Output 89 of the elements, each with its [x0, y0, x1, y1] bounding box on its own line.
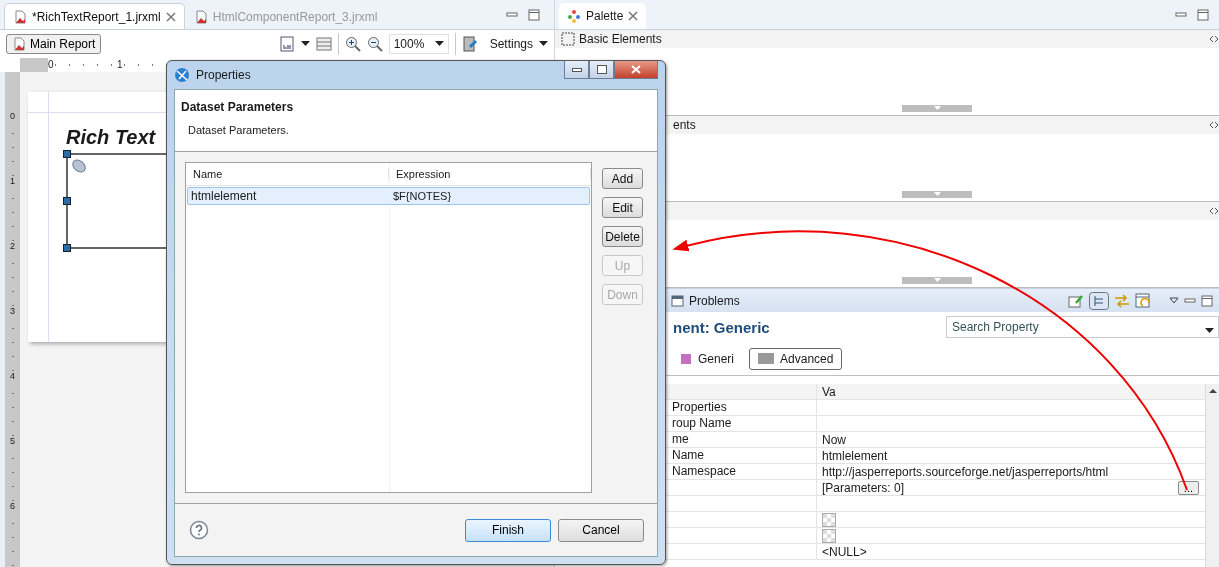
dialog-button[interactable]: Cancel: [558, 518, 644, 542]
caret-icon: [932, 277, 942, 283]
collapse-icon[interactable]: [1209, 121, 1219, 129]
minimize-button[interactable]: [564, 61, 589, 79]
zoom-out-icon[interactable]: [366, 36, 383, 52]
side-button[interactable]: Add: [602, 168, 643, 189]
caret-icon: [1205, 328, 1214, 334]
dashed-square-icon: [561, 32, 575, 46]
minimize-icon: [571, 67, 582, 72]
document-icon: [193, 9, 208, 24]
document-icon: [13, 9, 27, 24]
section-grip[interactable]: [902, 191, 972, 198]
ruler-number: 3: [10, 307, 15, 317]
zoom-in-icon[interactable]: [344, 36, 361, 52]
bands-icon[interactable]: [315, 36, 332, 52]
column-header: Expression: [389, 168, 591, 180]
window-icon: [671, 294, 684, 307]
column-header: Name: [186, 168, 389, 180]
maximize-icon[interactable]: [1197, 9, 1209, 21]
properties-tab[interactable]: Advanced: [749, 347, 843, 370]
square-icon: [758, 353, 775, 364]
property-value: <NULL>: [821, 544, 868, 559]
editor-tab[interactable]: *RichTextReport_1.jrxml: [4, 3, 185, 29]
scrollbar[interactable]: [1205, 384, 1219, 567]
dialog-button[interactable]: Finish: [465, 518, 551, 542]
app-logo-icon: [174, 67, 190, 83]
property-value: http://jasperreports.sourceforge.net/jasperreports/html: [821, 464, 1110, 479]
resize-handle[interactable]: [63, 197, 71, 205]
maximize-button[interactable]: [589, 61, 614, 79]
ruler-number: 0: [10, 112, 15, 122]
maximize-icon[interactable]: [528, 9, 540, 21]
caret-icon: [932, 191, 942, 197]
side-button[interactable]: Delete: [602, 226, 643, 247]
properties-title: nent: Generic: [673, 318, 771, 336]
dialog-description: Dataset Parameters.: [187, 124, 290, 136]
palette-tab[interactable]: Palette: [559, 3, 647, 29]
document-icon: [12, 37, 26, 51]
property-value: htmlelement: [821, 448, 889, 463]
parameter-row[interactable]: htmlelement $F{NOTES}: [187, 187, 590, 205]
collapse-icon[interactable]: [1209, 35, 1219, 43]
ruler-margin: [20, 58, 48, 72]
ruler-number: 2: [10, 242, 15, 252]
section-grip[interactable]: [902, 105, 972, 112]
zoom-combobox[interactable]: 100%: [388, 34, 449, 54]
maximize-icon[interactable]: [1201, 294, 1213, 307]
section-title: Basic Elements: [579, 32, 662, 46]
dialog-title: Properties: [196, 68, 251, 82]
ruler-number: 1: [10, 177, 15, 187]
caret-icon: [539, 41, 548, 47]
palette-icon: [567, 9, 581, 23]
resize-handle[interactable]: [63, 244, 71, 252]
close-icon[interactable]: [165, 11, 176, 22]
caret-icon: [932, 105, 942, 111]
close-button[interactable]: [614, 61, 658, 79]
ruler-number: 6: [10, 502, 15, 512]
settings-menu[interactable]: Settings: [489, 37, 533, 51]
column-header: Va: [821, 384, 837, 399]
collapse-icon[interactable]: [1209, 207, 1219, 215]
dropdown-icon[interactable]: [1169, 296, 1179, 305]
capsule-icon: [71, 158, 87, 174]
section-grip[interactable]: [902, 277, 972, 284]
table-cell-text: $F{NOTES}: [392, 190, 453, 202]
scroll-up-icon[interactable]: [1208, 388, 1217, 394]
caret-icon: [434, 41, 444, 47]
close-icon: [631, 65, 641, 74]
settings-icon[interactable]: [461, 36, 478, 52]
report-title: Rich Text: [66, 126, 157, 149]
caret-icon: [300, 41, 310, 47]
resize-handle[interactable]: [63, 150, 71, 158]
ruler-number: 0: [48, 60, 55, 70]
window-refresh-icon[interactable]: [1135, 292, 1151, 309]
section-title: ents: [673, 118, 696, 132]
dialog-heading: Dataset Parameters: [181, 100, 295, 114]
maximize-icon: [596, 65, 607, 74]
side-button[interactable]: Edit: [602, 197, 643, 218]
tree-view-icon[interactable]: [1089, 291, 1109, 310]
table-cell-text: htmlelement: [190, 189, 258, 203]
palette-section-header[interactable]: Basic Elements: [555, 30, 1219, 48]
ruler-number: 1: [117, 60, 124, 70]
ellipsis-button[interactable]: ...: [1177, 480, 1199, 495]
problems-tab[interactable]: Problems: [689, 293, 740, 308]
ruler-number: 5: [10, 437, 15, 447]
main-report-button[interactable]: Main Report: [6, 34, 102, 54]
search-property-field[interactable]: Search Property: [946, 316, 1219, 338]
property-value: [Parameters: 0]: [822, 480, 905, 495]
help-icon[interactable]: [189, 520, 209, 540]
ruler-number: 4: [10, 372, 15, 382]
close-icon[interactable]: [628, 11, 639, 21]
property-value: Now: [821, 432, 847, 447]
